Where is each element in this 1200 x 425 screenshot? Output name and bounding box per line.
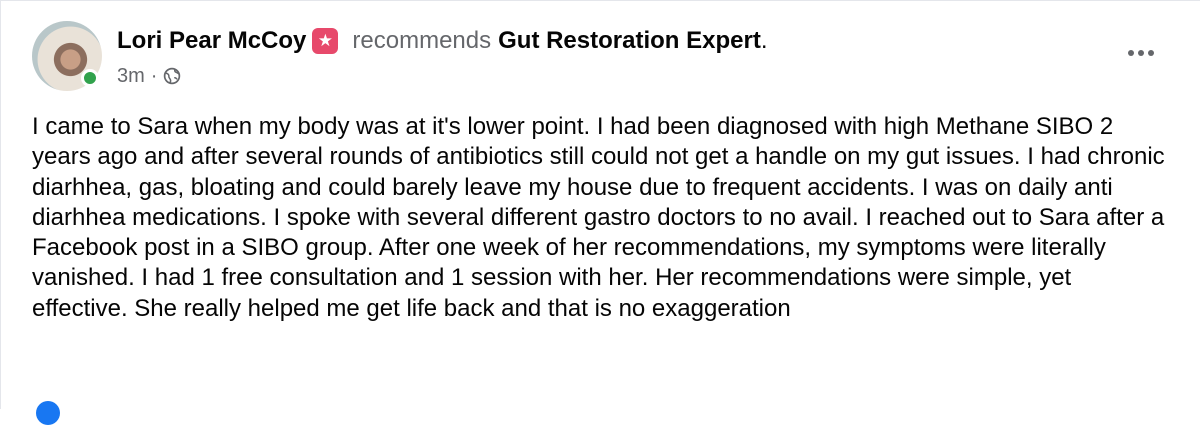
- author-name[interactable]: Lori Pear McCoy: [117, 27, 306, 55]
- post-card: Lori Pear McCoy ★ recommends Gut Restora…: [0, 0, 1200, 425]
- recommended-page-link[interactable]: Gut Restoration Expert: [498, 27, 761, 55]
- globe-icon[interactable]: [163, 67, 181, 85]
- post-meta: 3m ·: [117, 63, 181, 89]
- recommends-text: recommends: [352, 27, 492, 54]
- star-badge-icon: ★: [312, 28, 339, 54]
- header-period: .: [760, 27, 768, 54]
- online-status-icon: [81, 69, 99, 87]
- post-timestamp[interactable]: 3m: [117, 65, 145, 88]
- meta-separator: ·: [150, 64, 158, 87]
- post-text: I came to Sara when my body was at it's …: [32, 113, 1165, 322]
- post-header: Lori Pear McCoy ★ recommends Gut Restora…: [117, 23, 767, 59]
- more-options-icon[interactable]: [1123, 41, 1159, 65]
- reaction-icon: [36, 401, 60, 425]
